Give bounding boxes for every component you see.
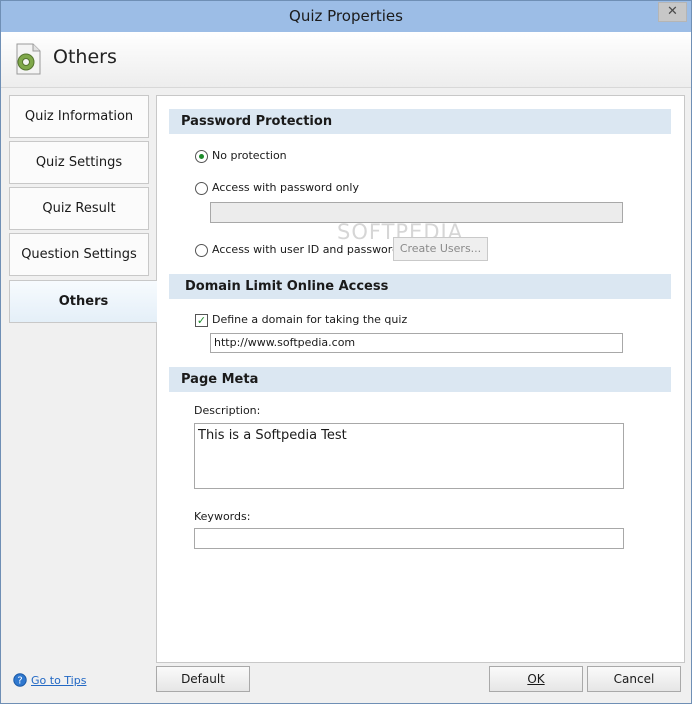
create-users-button[interactable]: Create Users... bbox=[393, 237, 488, 261]
settings-panel: Password Protection No protection Access… bbox=[156, 95, 685, 663]
define-domain-label[interactable]: Define a domain for taking the quiz bbox=[212, 313, 407, 326]
close-button[interactable]: ✕ bbox=[658, 2, 687, 22]
tab-quiz-result[interactable]: Quiz Result bbox=[9, 187, 149, 230]
cancel-button[interactable]: Cancel bbox=[587, 666, 681, 692]
cancel-button-label: Cancel bbox=[613, 672, 655, 686]
password-only-label[interactable]: Access with password only bbox=[212, 181, 359, 194]
user-id-password-label[interactable]: Access with user ID and password bbox=[212, 243, 399, 256]
description-label: Description: bbox=[194, 404, 261, 417]
quiz-properties-window: Quiz Properties ✕ Others Quiz Informatio… bbox=[0, 0, 692, 704]
page-title: Others bbox=[53, 46, 117, 68]
domain-url-field[interactable]: http://www.softpedia.com bbox=[210, 333, 623, 353]
description-textarea[interactable]: This is a Softpedia Test bbox=[194, 423, 624, 489]
page-header: Others bbox=[1, 32, 691, 88]
tab-others[interactable]: Others bbox=[9, 280, 157, 323]
define-domain-checkbox[interactable]: ✓ bbox=[195, 314, 208, 327]
password-only-radio[interactable] bbox=[195, 182, 208, 195]
help-icon: ? bbox=[13, 673, 27, 687]
no-protection-label[interactable]: No protection bbox=[212, 149, 287, 162]
page-meta-heading: Page Meta bbox=[169, 367, 671, 392]
tab-question-settings[interactable]: Question Settings bbox=[9, 233, 149, 276]
password-protection-heading: Password Protection bbox=[169, 109, 671, 134]
svg-text:?: ? bbox=[17, 676, 22, 687]
gear-document-icon bbox=[16, 43, 41, 75]
domain-limit-heading: Domain Limit Online Access bbox=[169, 274, 671, 299]
window-title: Quiz Properties bbox=[289, 7, 403, 25]
ok-button-label: OK bbox=[527, 672, 545, 686]
user-id-password-radio[interactable] bbox=[195, 244, 208, 257]
go-to-tips-link[interactable]: Go to Tips bbox=[31, 674, 86, 687]
no-protection-radio[interactable] bbox=[195, 150, 208, 163]
tab-quiz-settings[interactable]: Quiz Settings bbox=[9, 141, 149, 184]
go-to-tips[interactable]: ? Go to Tips bbox=[13, 673, 86, 687]
keywords-label: Keywords: bbox=[194, 510, 251, 523]
ok-button[interactable]: OK bbox=[489, 666, 583, 692]
default-button[interactable]: Default bbox=[156, 666, 250, 692]
tab-quiz-information[interactable]: Quiz Information bbox=[9, 95, 149, 138]
keywords-field[interactable] bbox=[194, 528, 624, 549]
title-bar[interactable]: Quiz Properties ✕ bbox=[1, 1, 691, 32]
